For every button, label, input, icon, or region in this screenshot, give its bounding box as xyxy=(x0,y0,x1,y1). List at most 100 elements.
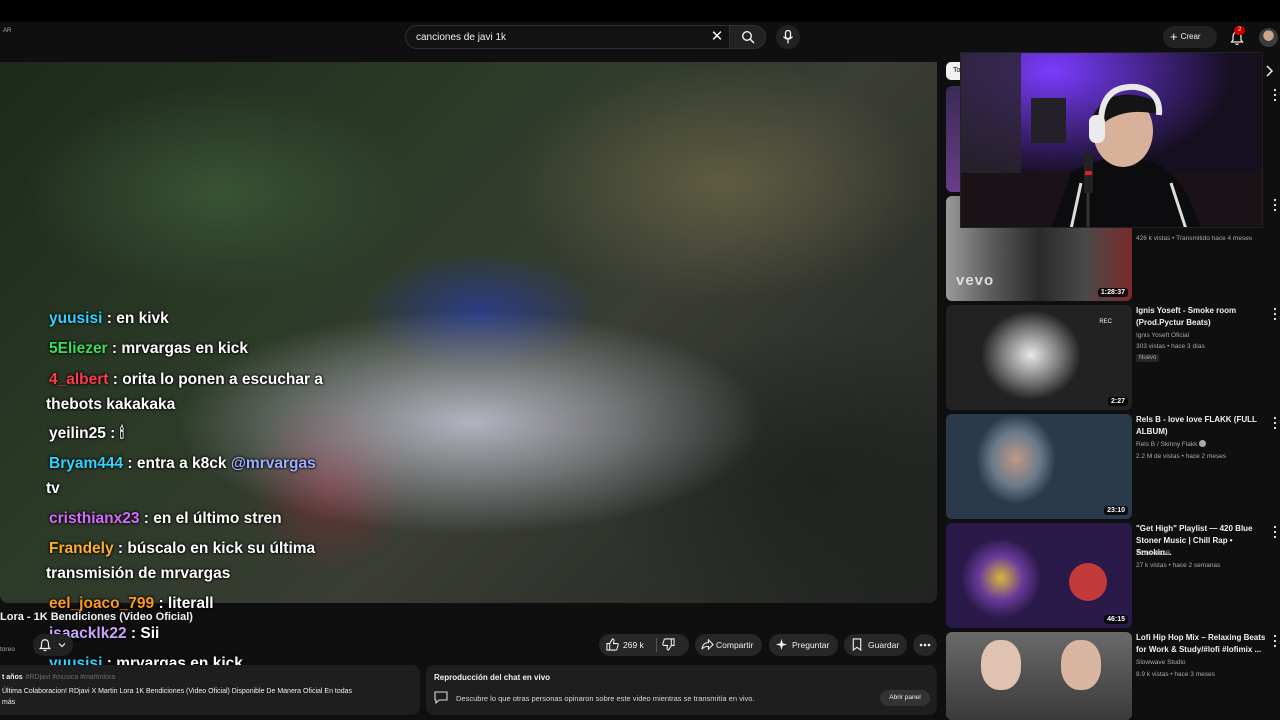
top-black-strip xyxy=(0,0,1280,22)
save-button[interactable]: Guardar xyxy=(844,634,907,656)
chat-username: yeilin25 xyxy=(49,425,106,442)
rec-channel[interactable]: Ignis Yoseft Oficial xyxy=(1136,331,1276,341)
voice-search-button[interactable] xyxy=(776,25,800,49)
dislike-icon xyxy=(662,638,675,651)
country-code: AR xyxy=(3,28,12,34)
clear-search-button[interactable]: ✕ xyxy=(707,27,727,47)
chat-text: : mrvargas en kick xyxy=(107,340,249,357)
chat-text: : en el último stren xyxy=(139,510,282,527)
rec-meta: 8.9 k vistas • hace 3 meses xyxy=(1136,671,1215,678)
description-meta: t años #RDjavi #musica #martinlora xyxy=(2,674,115,681)
rec-channel[interactable]: Slowwave Studio xyxy=(1136,658,1276,668)
video-duration: 2:27 xyxy=(1107,397,1128,406)
chat-text: : en kivk xyxy=(102,310,169,327)
chat-message: isaacklk22 : Sii xyxy=(46,621,336,646)
rec-title[interactable]: Rels B - love love FLAKK (FULL ALBUM) xyxy=(1136,414,1268,438)
description-tags[interactable]: #RDjavi #musica #martinlora xyxy=(26,674,115,681)
rec-thumbnail[interactable]: REC 2:27 xyxy=(946,305,1132,410)
chat-text: : xyxy=(105,425,120,442)
more-icon[interactable] xyxy=(1272,634,1278,648)
like-button[interactable]: 269 k xyxy=(599,634,656,656)
rec-thumbnail[interactable] xyxy=(946,632,1132,720)
chat-text-continued: thebots kakakaka xyxy=(46,396,176,413)
chat-icon xyxy=(434,691,448,704)
create-label: Crear xyxy=(1180,32,1201,42)
like-count: 269 k xyxy=(623,640,644,650)
more-icon[interactable] xyxy=(1272,525,1278,539)
description-age: t años xyxy=(2,674,23,681)
search-box[interactable]: canciones de javi 1k xyxy=(405,25,729,49)
rec-title[interactable]: Ignis Yoseft - Smoke room (Prod.Pyctur B… xyxy=(1136,305,1268,329)
more-icon[interactable] xyxy=(1272,88,1278,102)
video-duration: 46:15 xyxy=(1104,615,1128,624)
ask-button[interactable]: Preguntar xyxy=(769,634,838,656)
video-title: Lora - 1K Bendiciones (Video Oficial) xyxy=(0,611,193,623)
chat-message: cristhianx23 : en el último stren xyxy=(46,506,336,531)
description-more[interactable]: más xyxy=(2,699,15,706)
plus-icon: + xyxy=(1170,29,1178,44)
mic-icon xyxy=(783,30,793,44)
person-art xyxy=(981,640,1021,690)
chat-text: : literall xyxy=(154,595,214,612)
chat-text: : búscalo en kick su última xyxy=(113,540,316,557)
chat-message: Bryam444 : entra a k8ck @mrvargas tv xyxy=(46,451,336,501)
character-art xyxy=(1069,563,1107,601)
vevo-logo: vevo xyxy=(956,272,995,289)
more-icon[interactable] xyxy=(1272,198,1278,212)
chat-username: yuusisi xyxy=(49,310,103,327)
rec-meta: 27 k vistas • hace 2 semanas xyxy=(1136,562,1221,569)
new-badge: Nuevo xyxy=(1136,354,1160,362)
chat-username: Bryam444 xyxy=(49,455,124,472)
chat-username: cristhianx23 xyxy=(49,510,140,527)
search-button[interactable] xyxy=(729,25,766,49)
rec-thumbnail[interactable]: 23:10 xyxy=(946,414,1132,519)
subscription-bell-button[interactable] xyxy=(33,634,73,656)
verified-icon xyxy=(1199,440,1207,447)
description-box[interactable]: t años #RDjavi #musica #martinlora Última… xyxy=(0,665,420,715)
search-input[interactable]: canciones de javi 1k xyxy=(416,32,506,43)
rec-meta: 426 k vistas • Transmitido hace 4 meses xyxy=(1136,235,1253,242)
webcam-image xyxy=(961,53,1262,227)
rec-meta: 303 vistas • hace 3 días xyxy=(1136,343,1205,350)
rec-title[interactable]: Lofi Hip Hop Mix – Relaxing Beats for Wo… xyxy=(1136,632,1268,656)
rec-thumbnail[interactable]: 46:15 xyxy=(946,523,1132,628)
clear-icon: ✕ xyxy=(710,28,724,45)
sparkle-icon xyxy=(775,638,788,651)
chat-text-continued: transmisión de mrvargas xyxy=(46,565,231,582)
streamer-webcam-overlay xyxy=(960,52,1263,228)
share-button[interactable]: Compartir xyxy=(695,634,762,656)
more-icon[interactable] xyxy=(1272,416,1278,430)
share-label: Compartir xyxy=(716,640,754,650)
live-chat-replay-panel: Reproducción del chat en vivo Descubre l… xyxy=(426,665,937,715)
more-icon[interactable] xyxy=(1272,307,1278,321)
rec-meta: 2.2 M de vistas • hace 2 meses xyxy=(1136,453,1227,460)
chat-username: Frandely xyxy=(49,540,114,557)
rec-channel-name: Rels B / Skinny Flakk xyxy=(1136,441,1198,448)
chat-text: : entra a k8ck xyxy=(123,455,231,472)
more-actions-button[interactable] xyxy=(913,634,937,656)
more-icon xyxy=(919,643,931,647)
description-body: Última Colaboracion! RDjavi X Martin Lor… xyxy=(2,688,353,695)
like-icon xyxy=(606,638,619,651)
like-dislike-group: 269 k xyxy=(599,634,689,656)
create-button[interactable]: + Crear xyxy=(1163,26,1217,48)
live-chat-panel-text: Descubre lo que otras personas opinaron … xyxy=(456,694,755,703)
video-duration: 23:10 xyxy=(1104,506,1128,515)
avatar[interactable] xyxy=(1259,28,1278,47)
notification-badge: 2 xyxy=(1234,26,1245,35)
channel-name[interactable]: toreo xyxy=(0,646,15,653)
bell-icon xyxy=(39,639,51,652)
open-panel-button[interactable]: Abrir panel xyxy=(880,690,930,706)
description-text: Última Colaboracion! RDjavi X Martin Lor… xyxy=(2,686,414,708)
rec-channel[interactable]: StonedBOB xyxy=(1136,549,1276,559)
dislike-button[interactable] xyxy=(657,634,689,656)
save-icon xyxy=(852,638,862,651)
chevron-right-icon[interactable] xyxy=(1262,64,1276,78)
rec-channel[interactable]: Rels B / Skinny Flakk xyxy=(1136,440,1276,450)
chevron-down-icon xyxy=(58,643,66,648)
chat-message: 5Eliezer : mrvargas en kick xyxy=(46,336,336,361)
chat-message: Frandely : búscalo en kick su última tra… xyxy=(46,536,336,586)
search-icon xyxy=(741,30,755,44)
chat-message: yuusisi : en kivk xyxy=(46,306,336,331)
chat-text-continued: tv xyxy=(46,480,60,497)
